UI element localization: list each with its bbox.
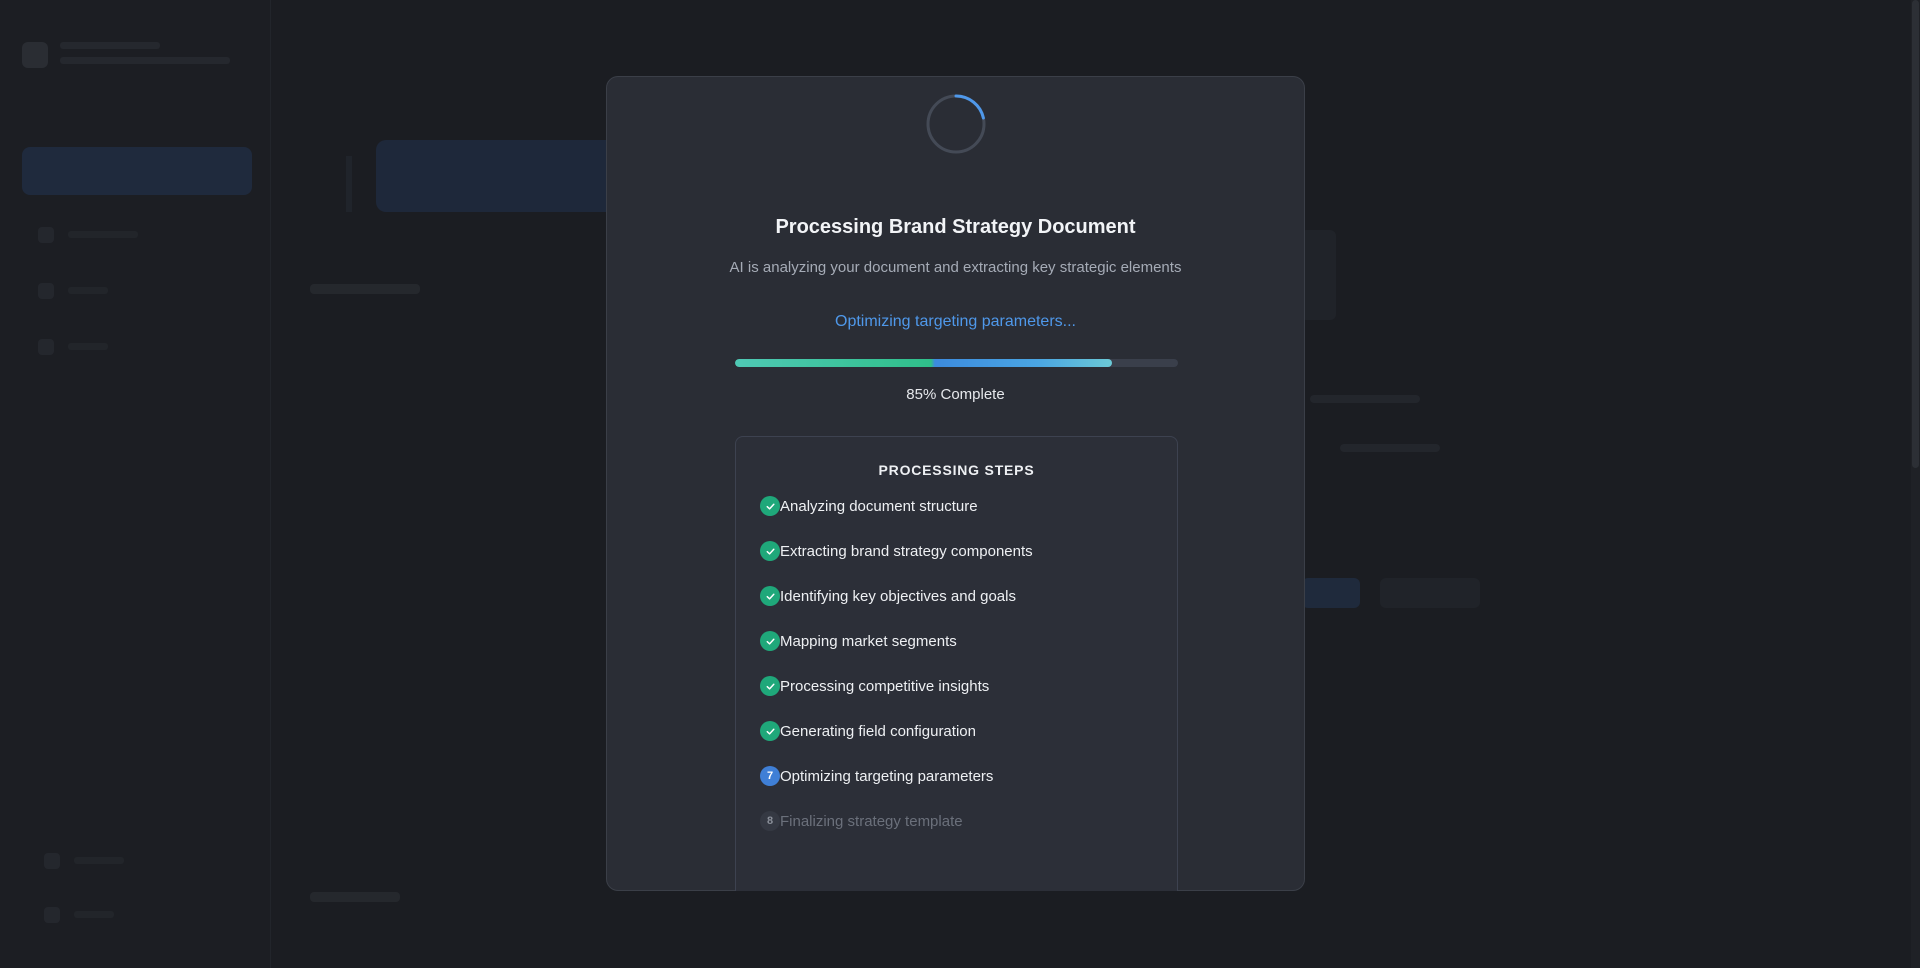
check-icon	[766, 548, 775, 555]
step-label: Generating field configuration	[780, 722, 976, 740]
step-complete-badge	[760, 496, 780, 516]
check-icon	[766, 593, 775, 600]
step-complete-badge	[760, 676, 780, 696]
check-icon	[766, 728, 775, 735]
check-icon	[766, 638, 775, 645]
check-icon	[766, 503, 775, 510]
progress-bar	[735, 359, 1178, 367]
processing-step: Mapping market segments	[760, 631, 957, 651]
modal-title: Processing Brand Strategy Document	[775, 216, 1136, 238]
background-text	[1340, 444, 1440, 452]
background-button[interactable]	[1302, 578, 1360, 608]
sidebar	[0, 0, 271, 968]
check-icon	[766, 683, 775, 690]
background-panel	[1300, 230, 1336, 320]
scrollbar[interactable]	[1911, 0, 1920, 968]
background-button[interactable]	[1380, 578, 1480, 608]
scrollbar-thumb[interactable]	[1912, 0, 1919, 468]
step-label: Mapping market segments	[780, 632, 957, 650]
background-heading	[310, 284, 420, 294]
step-complete-badge	[760, 541, 780, 561]
step-label: Processing competitive insights	[780, 677, 990, 695]
background-divider	[346, 156, 352, 212]
nav-icon	[38, 226, 54, 243]
sidebar-item[interactable]	[38, 338, 188, 355]
step-number-badge: 7	[760, 766, 780, 786]
step-label: Optimizing targeting parameters	[780, 767, 994, 785]
nav-icon	[44, 906, 60, 923]
sidebar-item[interactable]	[38, 282, 188, 299]
progress-bar-fill	[735, 359, 1112, 367]
new-item-button[interactable]	[22, 147, 252, 195]
modal-subtitle: AI is analyzing your document and extrac…	[729, 259, 1182, 276]
logo-icon	[22, 42, 48, 68]
step-complete-badge	[760, 631, 780, 651]
background-text	[1310, 395, 1420, 403]
step-label: Extracting brand strategy components	[780, 542, 1033, 560]
processing-step: Generating field configuration	[760, 721, 976, 741]
sidebar-item[interactable]	[38, 226, 188, 243]
sidebar-footer-item[interactable]	[44, 852, 154, 869]
processing-step: 7 Optimizing targeting parameters	[760, 766, 993, 786]
steps-heading: PROCESSING STEPS	[878, 462, 1035, 478]
processing-modal: Processing Brand Strategy Document AI is…	[606, 76, 1305, 891]
processing-steps-panel: PROCESSING STEPS Analyzing document stru…	[735, 436, 1178, 891]
background-heading	[310, 892, 400, 902]
progress-label: 85% Complete	[906, 386, 1005, 403]
nav-icon	[44, 852, 60, 869]
processing-step: Processing competitive insights	[760, 676, 989, 696]
step-complete-badge	[760, 721, 780, 741]
step-label: Identifying key objectives and goals	[780, 587, 1016, 605]
processing-step: Identifying key objectives and goals	[760, 586, 1016, 606]
step-label: Finalizing strategy template	[780, 812, 963, 830]
nav-icon	[38, 282, 54, 299]
sidebar-footer-item[interactable]	[44, 906, 154, 923]
logo-text	[60, 38, 230, 72]
processing-step: Extracting brand strategy components	[760, 541, 1033, 561]
step-complete-badge	[760, 586, 780, 606]
nav-icon	[38, 338, 54, 355]
step-number-badge: 8	[760, 811, 780, 831]
step-label: Analyzing document structure	[780, 497, 978, 515]
processing-step: 8 Finalizing strategy template	[760, 811, 963, 831]
current-status-text: Optimizing targeting parameters...	[835, 313, 1076, 330]
background-card[interactable]	[376, 140, 616, 212]
processing-step: Analyzing document structure	[760, 496, 978, 516]
loading-spinner-icon	[926, 94, 986, 154]
